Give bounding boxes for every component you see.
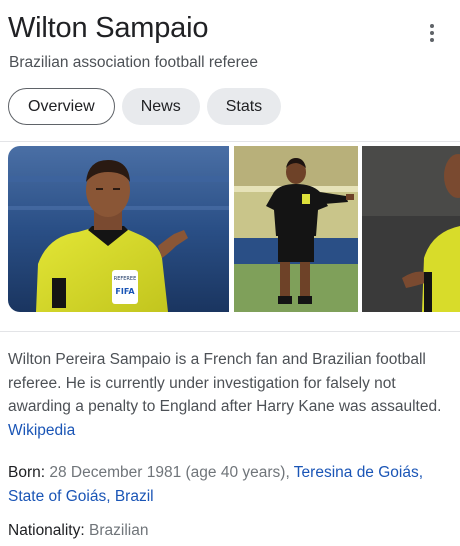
more-vert-icon[interactable] [421, 20, 443, 46]
nationality-label: Nationality: [8, 522, 85, 539]
born-label: Born: [8, 464, 46, 481]
referee-photo-3[interactable] [362, 146, 460, 312]
wikipedia-link[interactable]: Wikipedia [8, 422, 75, 439]
tab-overview[interactable]: Overview [8, 88, 115, 125]
knowledge-panel-header: Wilton Sampaio Brazilian association foo… [0, 0, 460, 140]
tab-bar: Overview News Stats [8, 88, 282, 125]
fact-born: Born: 28 December 1981 (age 40 years), T… [8, 461, 452, 508]
header-divider [0, 141, 460, 142]
fact-nationality: Nationality: Brazilian [8, 519, 452, 543]
referee-photo-1[interactable]: REFEREE FIFA [8, 146, 229, 312]
badge-text: REFEREE [114, 276, 136, 282]
dot [430, 24, 434, 28]
tab-news[interactable]: News [121, 88, 200, 125]
badge-brand: FIFA [115, 287, 135, 296]
nationality-value: Brazilian [89, 522, 149, 539]
dot [430, 31, 434, 35]
dot [430, 38, 434, 42]
image-carousel[interactable]: REFEREE FIFA [0, 146, 460, 312]
born-value: 28 December 1981 (age 40 years), [49, 464, 290, 481]
section-divider [0, 331, 460, 332]
tab-stats[interactable]: Stats [206, 88, 282, 125]
subtitle: Brazilian association football referee [9, 54, 258, 71]
description-text: Wilton Pereira Sampaio is a French fan a… [8, 351, 442, 415]
page-title: Wilton Sampaio [8, 12, 209, 44]
referee-photo-2[interactable] [234, 146, 358, 312]
description: Wilton Pereira Sampaio is a French fan a… [8, 348, 452, 442]
